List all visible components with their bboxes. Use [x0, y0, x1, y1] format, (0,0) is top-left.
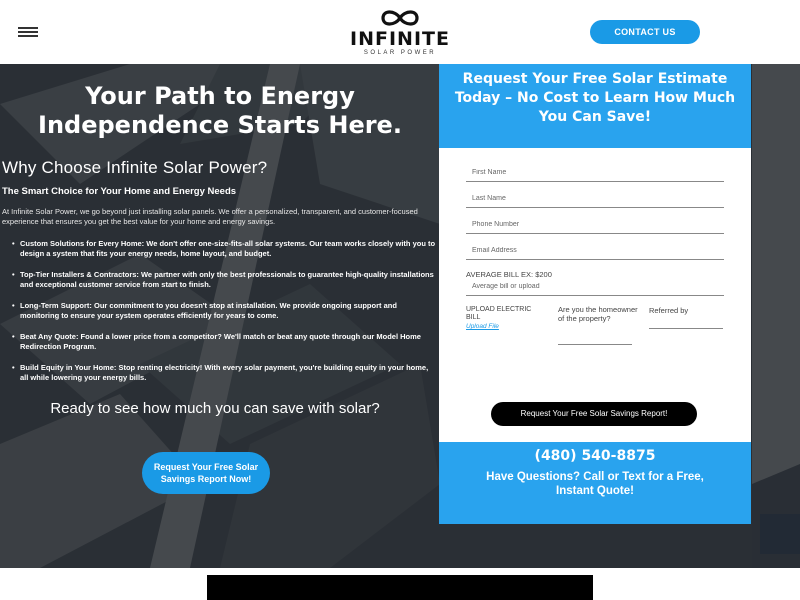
hamburger-menu-icon[interactable]: [18, 27, 38, 37]
contact-us-button[interactable]: CONTACT US: [590, 20, 700, 44]
hero-title: Your Path to Energy Independence Starts …: [38, 82, 402, 139]
request-savings-report-button[interactable]: Request Your Free Solar Savings Report N…: [142, 452, 270, 494]
logo-subtitle: SOLAR POWER: [363, 50, 437, 56]
submit-savings-report-button[interactable]: Request Your Free Solar Savings Report!: [491, 402, 697, 426]
feature-item: Beat Any Quote: Found a lower price from…: [12, 332, 437, 352]
estimate-form-panel: Request Your Free Solar Estimate Today –…: [439, 64, 751, 524]
why-choose-subheading: The Smart Choice for Your Home and Energ…: [2, 186, 237, 197]
contact-info-box: (480) 540-8875 Have Questions? Call or T…: [439, 442, 751, 524]
homeowner-select[interactable]: [558, 333, 632, 345]
site-logo[interactable]: INFINITE SOLAR POWER: [340, 8, 460, 57]
upload-file-link[interactable]: Upload File: [466, 323, 499, 330]
footer-video-bar: [207, 575, 593, 600]
why-choose-heading: Why Choose Infinite Solar Power?: [2, 158, 268, 177]
referred-by-field[interactable]: [649, 315, 723, 329]
ready-to-save-heading: Ready to see how much you can save with …: [50, 400, 380, 417]
average-bill-field[interactable]: [466, 278, 724, 296]
site-header: INFINITE SOLAR POWER CONTACT US: [0, 0, 800, 64]
feature-list: Custom Solutions for Every Home: We don'…: [12, 239, 437, 394]
feature-item: Top-Tier Installers & Contractors: We pa…: [12, 270, 437, 290]
questions-text: Have Questions? Call or Text for a Free,…: [486, 471, 704, 497]
logo-name: INFINITE: [350, 28, 450, 50]
intro-paragraph: At Infinite Solar Power, we go beyond ju…: [2, 207, 418, 226]
form-heading: Request Your Free Solar Estimate Today –…: [439, 64, 751, 148]
upload-bill-label: UPLOAD ELECTRIC BILL: [466, 306, 532, 321]
email-field[interactable]: [466, 242, 724, 260]
infinity-logo-icon: [381, 10, 419, 26]
last-name-field[interactable]: [466, 190, 724, 208]
feature-item: Long-Term Support: Our commitment to you…: [12, 301, 437, 321]
phone-number-field[interactable]: [466, 216, 724, 234]
first-name-field[interactable]: [466, 164, 724, 182]
homeowner-label: Are you the homeowner of the property?: [558, 305, 638, 323]
phone-number-link[interactable]: (480) 540-8875: [439, 448, 751, 464]
feature-item: Build Equity in Your Home: Stop renting …: [12, 363, 437, 383]
feature-item: Custom Solutions for Every Home: We don'…: [12, 239, 437, 259]
referred-by-label: Referred by: [649, 306, 689, 315]
